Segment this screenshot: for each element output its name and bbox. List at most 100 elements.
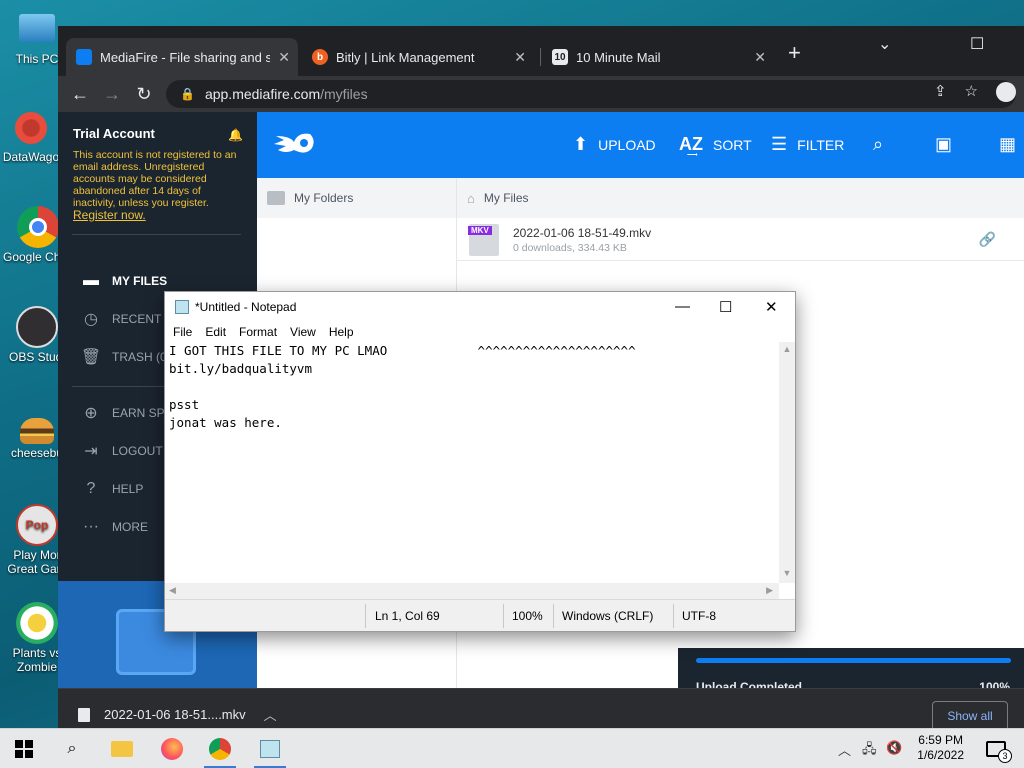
filter-icon: ☰ (771, 134, 788, 154)
profile-icon[interactable] (996, 82, 1016, 102)
file-type-badge: MKV (468, 226, 492, 235)
close-icon[interactable]: ✕ (278, 49, 290, 66)
sort-button[interactable]: A͢Z SORT (679, 134, 752, 155)
menu-view[interactable]: View (290, 325, 316, 339)
sidebar-item-more[interactable]: ··· MORE (80, 516, 148, 538)
chevron-up-icon[interactable]: ︿ (264, 705, 277, 724)
link-icon[interactable]: 🔗 (979, 231, 996, 248)
close-icon[interactable]: ✕ (765, 298, 778, 316)
home-icon: ⌂ (467, 190, 475, 206)
system-clock[interactable]: 6:59 PM 1/6/2022 (917, 733, 964, 763)
star-icon[interactable]: ☆ (965, 82, 978, 102)
chrome-icon (17, 206, 59, 248)
maximize-icon[interactable]: ☐ (719, 298, 732, 316)
reload-icon[interactable]: ↻ (128, 84, 160, 105)
breadcrumb[interactable]: ⌂ My Files (457, 178, 1024, 218)
folders-header[interactable]: My Folders (257, 178, 456, 218)
search-icon[interactable]: ⌕ (873, 134, 893, 155)
lock-icon: 🔒 (180, 87, 195, 101)
tab-bitly[interactable]: b Bitly | Link Management ✕ (302, 38, 534, 76)
sidebar-item-recent[interactable]: ◷ RECENT FI (80, 308, 175, 330)
notepad-text-area[interactable]: I GOT THIS FILE TO MY PC LMAO ^^^^^^^^^^… (165, 342, 779, 583)
forward-icon[interactable]: → (96, 84, 128, 105)
chrome-icon[interactable] (206, 735, 234, 763)
sidebar-item-my-files[interactable]: ▬ MY FILES (80, 270, 167, 292)
new-folder-icon[interactable]: ▣ (935, 134, 962, 155)
close-icon[interactable]: ✕ (754, 49, 766, 66)
share-icon[interactable]: ⇪ (934, 82, 947, 102)
video-file-icon: MKV (468, 224, 499, 256)
grid-view-icon[interactable]: ▦ (999, 134, 1024, 155)
file-row[interactable]: MKV 2022-01-06 18-51-49.mkv 0 downloads,… (457, 218, 1024, 261)
tab-strip: MediaFire - File sharing and stor ✕ b Bi… (58, 26, 1024, 76)
sidebar-item-earn-space[interactable]: ⊕ EARN SPA (80, 402, 172, 424)
notification-center-icon[interactable]: 3 (982, 735, 1012, 763)
more-icon: ··· (83, 518, 99, 535)
bell-icon[interactable]: 🔔 (228, 128, 243, 142)
menu-file[interactable]: File (173, 325, 192, 339)
close-icon[interactable]: ✕ (514, 49, 526, 66)
sidebar-item-label: LOGOUT (112, 444, 163, 458)
menu-edit[interactable]: Edit (205, 325, 226, 339)
address-bar[interactable]: 🔒 app.mediafire.com/myfiles (166, 80, 1016, 108)
horizontal-scrollbar[interactable]: ◀ ▶ (165, 583, 779, 599)
upload-label: UPLOAD (598, 136, 656, 153)
tenminutemail-icon: 10 (552, 49, 568, 65)
desktop-icon-datawago[interactable]: DataWago (0, 108, 66, 164)
help-icon: ? (86, 480, 96, 497)
taskbar: ⌕ ︿ 🖧 🔇 6:59 PM 1/6/2022 3 (0, 728, 1024, 768)
files-header-label: My Files (483, 191, 529, 205)
encoding: UTF-8 (682, 609, 716, 623)
account-title: Trial Account (73, 126, 155, 141)
notepad-window: *Untitled - Notepad — ☐ ✕ File Edit Form… (164, 291, 796, 632)
sidebar-item-help[interactable]: ? HELP (80, 478, 144, 500)
sidebar-item-label: MORE (112, 520, 148, 534)
windows-start-icon[interactable] (10, 735, 38, 763)
mediafire-icon (76, 49, 92, 65)
url-path: /myfiles (320, 86, 368, 102)
notepad-titlebar[interactable]: *Untitled - Notepad (165, 292, 795, 322)
popcap-icon: Pop (16, 504, 58, 546)
upload-icon: ⬆ (573, 134, 589, 154)
network-icon[interactable]: 🖧 (862, 740, 877, 762)
chevron-down-icon[interactable]: ⌄ (878, 34, 891, 54)
sidebar-item-label: MY FILES (112, 274, 168, 288)
back-icon[interactable]: ← (64, 84, 96, 105)
minimize-icon[interactable]: — (675, 298, 690, 315)
sidebar-item-logout[interactable]: ⇥ LOGOUT (80, 440, 163, 462)
plus-circle-icon: ⊕ (84, 405, 98, 422)
new-tab-button[interactable]: + (788, 40, 801, 66)
chevron-up-icon[interactable]: ︿ (838, 740, 851, 759)
menu-help[interactable]: Help (329, 325, 354, 339)
account-notice: This account is not registered to an ema… (73, 149, 237, 209)
maximize-icon[interactable]: ☐ (970, 34, 984, 54)
download-file-name: 2022-01-06 18-51....mkv (104, 707, 246, 722)
sidebar-item-trash[interactable]: 🗑 TRASH (0) (80, 346, 171, 368)
filter-label: FILTER (797, 136, 845, 153)
firefox-icon[interactable] (158, 735, 186, 763)
menu-format[interactable]: Format (239, 325, 277, 339)
tab-title: MediaFire - File sharing and stor (100, 49, 270, 65)
desktop-icon-label: DataWago (2, 150, 60, 164)
search-icon[interactable]: ⌕ (58, 735, 86, 763)
upload-button[interactable]: ⬆ UPLOAD (573, 134, 656, 155)
register-link[interactable]: Register now. (73, 208, 146, 222)
filter-button[interactable]: ☰ FILTER (771, 134, 844, 155)
volume-muted-icon[interactable]: 🔇 (886, 740, 902, 756)
sort-icon: A͢Z (679, 134, 703, 154)
datawago-icon (11, 108, 51, 148)
tab-10-minute-mail[interactable]: 10 10 Minute Mail ✕ (542, 38, 774, 76)
obs-icon (16, 306, 58, 348)
sort-label: SORT (713, 136, 752, 153)
file-explorer-icon[interactable] (108, 735, 136, 763)
show-all-button[interactable]: Show all (932, 701, 1008, 731)
tab-mediafire[interactable]: MediaFire - File sharing and stor ✕ (66, 38, 298, 76)
vertical-scrollbar[interactable]: ▲ ▼ (779, 342, 795, 583)
file-name[interactable]: 2022-01-06 18-51-49.mkv (513, 226, 651, 240)
download-item[interactable]: 2022-01-06 18-51....mkv ︿ (78, 705, 277, 724)
browser-toolbar: ← → ↻ 🔒 app.mediafire.com/myfiles ⇪ ☆ (58, 76, 1024, 112)
bitly-icon: b (312, 49, 328, 65)
notepad-icon[interactable] (256, 735, 284, 763)
sidebar-item-label: TRASH (0) (112, 350, 171, 364)
notepad-title: *Untitled - Notepad (195, 300, 297, 314)
